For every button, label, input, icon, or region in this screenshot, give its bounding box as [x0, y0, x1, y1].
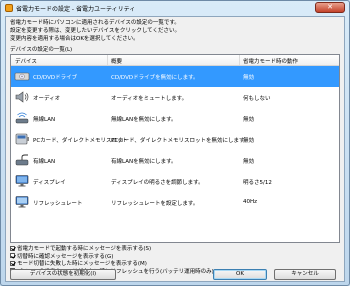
column-header-action[interactable]: 省電力モード時の動作: [243, 57, 298, 65]
title-bar: 省電力モードの設定 - 省電力ユーティリティ ✕: [1, 1, 349, 15]
device-summary: PCカード、ダイレクトメモリスロットを無効にします。: [111, 138, 250, 144]
option-checkbox[interactable]: [10, 245, 15, 251]
device-summary: リフレッシュレートを設定します。: [111, 201, 199, 207]
device-row[interactable]: CD/DVDドライブ CD/DVDドライブを無効にします。 無効: [11, 66, 339, 87]
power-utility-icon: [5, 4, 13, 12]
device-action: 何もしない: [243, 96, 271, 102]
device-row[interactable]: 有線LAN 有線LANを無効にします。 無効: [11, 150, 339, 171]
column-divider[interactable]: [239, 55, 240, 65]
option-label: 省電力モードで起動する時にメッセージを表示する(S): [17, 246, 152, 252]
device-summary: 無線LANを無効にします。: [111, 117, 177, 123]
refresh-rate-icon: [15, 196, 29, 208]
display-icon: [15, 175, 29, 187]
device-summary: CD/DVDドライブを無効にします。: [111, 75, 199, 81]
device-summary: ディスプレイの明るさを調節します。: [111, 180, 204, 186]
ok-button[interactable]: OK: [213, 269, 267, 280]
device-action: 無効: [243, 75, 255, 81]
option-checkbox[interactable]: [10, 260, 15, 266]
dialog-body: 省電力モード時にパソコンに適用されるデバイスの設定の一覧です。 設定を変更する際…: [5, 16, 345, 282]
device-name: オーディオ: [33, 96, 61, 102]
wireless-lan-icon: [15, 112, 29, 124]
device-action: 無効: [243, 159, 255, 165]
device-name: リフレッシュレート: [33, 201, 83, 207]
device-row[interactable]: ディスプレイ ディスプレイの明るさを調節します。 明るさ5/12: [11, 171, 339, 192]
device-action: 無効: [243, 117, 255, 123]
intro-line-3: 変更内容を適用する場合はOKを選択してください。: [10, 36, 139, 42]
wired-lan-icon: [15, 154, 29, 166]
cd-dvd-drive-icon: [14, 72, 30, 81]
column-header-summary[interactable]: 概要: [111, 57, 122, 65]
option-label: 切替時に確認メッセージを表示する(G): [17, 253, 114, 260]
option-startup-message[interactable]: 省電力モードで起動する時にメッセージを表示する(S): [10, 245, 222, 254]
device-row[interactable]: オーディオ オーディオをミュートします。 何もしない: [11, 87, 339, 108]
device-row[interactable]: 無線LAN 無線LANを無効にします。 無効: [11, 108, 339, 129]
device-name: 有線LAN: [33, 159, 56, 165]
intro-text: 省電力モード時にパソコンに適用されるデバイスの設定の一覧です。 設定を変更する際…: [10, 19, 340, 43]
device-name: CD/DVDドライブ: [33, 75, 78, 81]
option-checkbox[interactable]: [10, 253, 15, 259]
intro-line-1: 省電力モード時にパソコンに適用されるデバイスの設定の一覧です。: [10, 20, 180, 26]
close-button[interactable]: ✕: [315, 2, 345, 13]
list-header: デバイス 概要 省電力モード時の動作: [11, 55, 339, 66]
audio-speaker-icon: [15, 91, 29, 103]
device-name: ディスプレイ: [33, 180, 66, 186]
device-action: 無効: [243, 138, 255, 144]
option-fail-message[interactable]: モード切替に失敗した時にメッセージを表示する(M): [10, 260, 222, 269]
column-divider[interactable]: [107, 55, 108, 65]
device-summary: オーディオをミュートします。: [111, 96, 188, 102]
cancel-button[interactable]: キャンセル: [274, 269, 336, 280]
device-summary: 有線LANを無効にします。: [111, 159, 177, 165]
device-action: 明るさ5/12: [243, 180, 272, 186]
device-list-label: デバイスの設定の一覧(L): [10, 47, 73, 53]
device-action: 40Hz: [243, 199, 258, 205]
device-name: 無線LAN: [33, 117, 56, 123]
device-row[interactable]: リフレッシュレート リフレッシュレートを設定します。 40Hz: [11, 192, 339, 213]
option-label: モード切替に失敗した時にメッセージを表示する(M): [17, 261, 147, 268]
column-header-device[interactable]: デバイス: [15, 57, 37, 65]
device-row[interactable]: PCカード、ダイレクトメモリスロット PCカード、ダイレクトメモリスロットを無効…: [11, 129, 339, 150]
window-title: 省電力モードの設定 - 省電力ユーティリティ: [16, 6, 136, 13]
settings-window: 省電力モードの設定 - 省電力ユーティリティ ✕ 省電力モード時にパソコンに適用…: [0, 0, 350, 286]
intro-line-2: 設定を変更する際は、変更したいデバイスをクリックしてください。: [10, 28, 181, 34]
device-list[interactable]: デバイス 概要 省電力モード時の動作 CD/DVDドライブ CD/DVDドライブ…: [10, 54, 340, 243]
reset-devices-button[interactable]: デバイスの状態を初期化(I): [10, 269, 116, 280]
pc-card-icon: [15, 133, 29, 145]
